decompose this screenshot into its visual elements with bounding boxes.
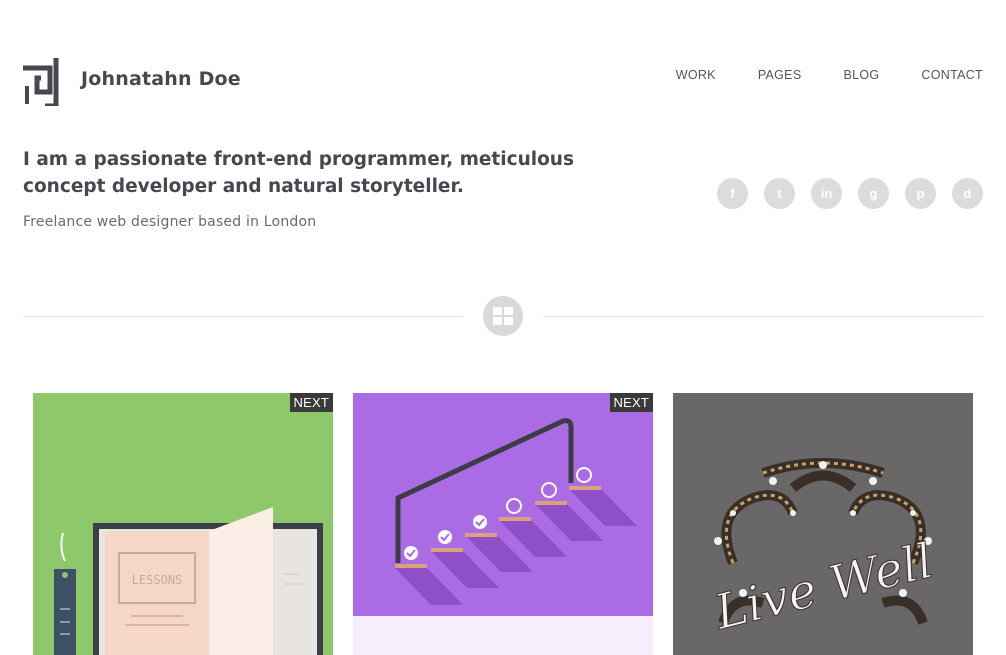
bracket-square-logo[interactable] bbox=[23, 58, 59, 106]
stairs-checklist-illustration bbox=[353, 418, 653, 655]
twitter-icon[interactable]: t bbox=[764, 178, 795, 209]
twitter-glyph: t bbox=[777, 186, 782, 201]
lessons-text: LESSONS bbox=[132, 573, 183, 587]
live-well-lettering: Live Well bbox=[708, 458, 939, 642]
divider-line-right bbox=[543, 316, 983, 317]
linkedin-glyph: in bbox=[820, 186, 833, 201]
portfolio-item[interactable]: NEXT bbox=[353, 393, 653, 655]
nav-item-blog[interactable]: BLOG bbox=[843, 68, 879, 82]
intro-tagline: I am a passionate front-end programmer, … bbox=[23, 149, 574, 197]
live-well-text: Live Well bbox=[708, 533, 938, 641]
divider-line-left bbox=[23, 316, 463, 317]
dribbble-icon[interactable]: d bbox=[952, 178, 983, 209]
nav-item-contact[interactable]: CONTACT bbox=[921, 68, 983, 82]
next-badge: NEXT bbox=[609, 393, 653, 412]
google-glyph: g bbox=[869, 186, 878, 201]
next-badge: NEXT bbox=[289, 393, 333, 412]
grid-icon[interactable] bbox=[483, 296, 523, 336]
site-header: Johnatahn Doe WORK PAGES BLOG CONTACT bbox=[0, 0, 1006, 106]
facebook-icon[interactable]: f bbox=[717, 178, 748, 209]
site-brand-name[interactable]: Johnatahn Doe bbox=[81, 68, 241, 90]
intro-section: I am a passionate front-end programmer, … bbox=[23, 146, 583, 230]
dribbble-glyph: d bbox=[963, 186, 972, 201]
pinterest-icon[interactable]: p bbox=[905, 178, 936, 209]
facebook-glyph: f bbox=[730, 186, 735, 201]
book-lessons-illustration: LESSONS bbox=[54, 507, 323, 655]
intro-subline: Freelance web designer based in London bbox=[23, 214, 317, 230]
nav-item-pages[interactable]: PAGES bbox=[758, 68, 802, 82]
portfolio-item[interactable]: Live Well bbox=[673, 393, 973, 655]
social-links: f t in g p d bbox=[717, 178, 983, 209]
nav-item-work[interactable]: WORK bbox=[676, 68, 716, 82]
portfolio-item[interactable]: LESSONS NEXT bbox=[33, 393, 333, 655]
google-icon[interactable]: g bbox=[858, 178, 889, 209]
main-nav: WORK PAGES BLOG CONTACT bbox=[676, 68, 983, 82]
grid-icon-glyph bbox=[493, 307, 513, 325]
linkedin-icon[interactable]: in bbox=[811, 178, 842, 209]
pinterest-glyph: p bbox=[916, 186, 925, 201]
